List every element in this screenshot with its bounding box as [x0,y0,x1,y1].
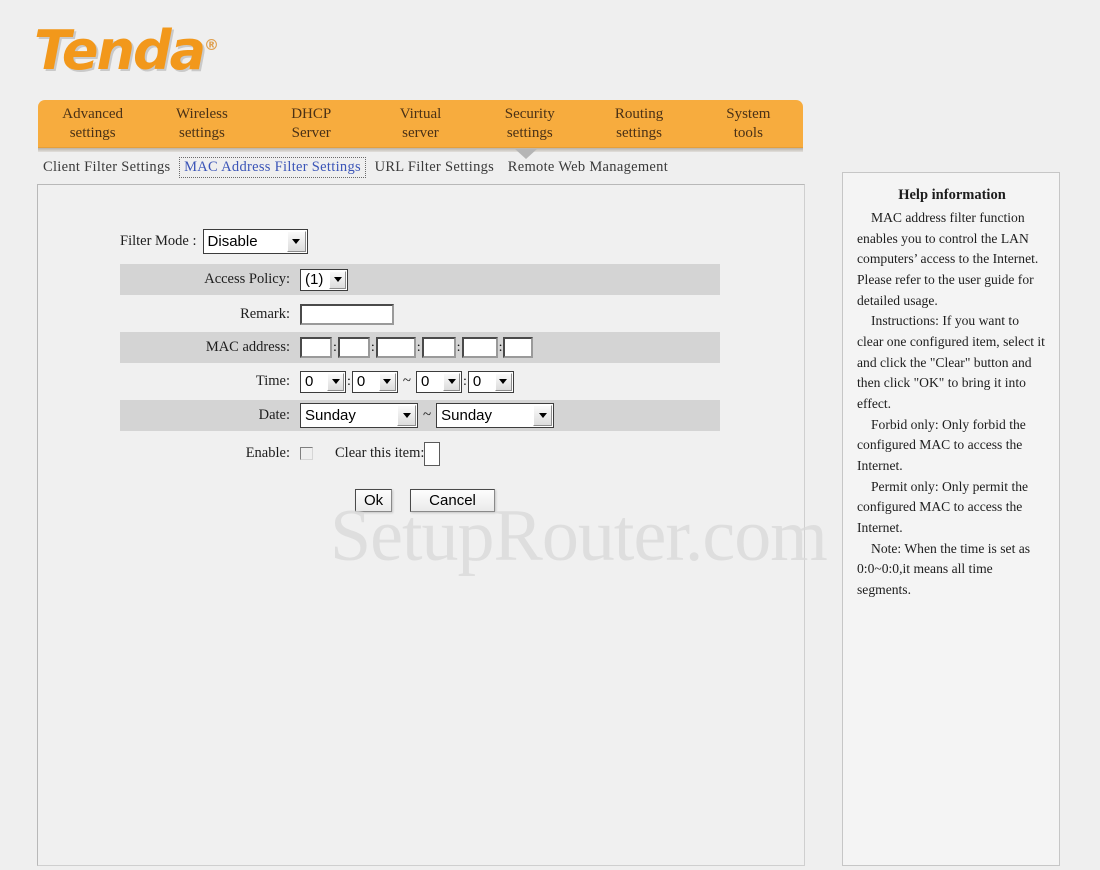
date-range-separator: ~ [423,407,432,423]
cancel-button[interactable]: Cancel [410,489,495,512]
nav-item-virtual-server[interactable]: Virtual server [366,100,475,148]
chevron-down-icon [378,372,396,391]
time-end-minute-select[interactable]: 0 [467,370,514,393]
chevron-down-icon [533,405,553,426]
filter-mode-label: Filter Mode : [120,233,197,249]
nav-label-line2: settings [506,125,553,141]
nav-item-security-settings[interactable]: Security settings [475,100,584,148]
brand-name: Tenda [34,19,206,82]
time-end-hour-value: 0 [421,373,430,390]
clear-this-item-label: Clear this item: [335,445,425,461]
date-row: Date: Sunday ~ Sunday [120,400,720,431]
chevron-down-icon [494,372,512,391]
nav-item-advanced-settings[interactable]: Advanced settings [38,100,147,148]
nav-label-line1: Routing [614,105,664,122]
mac-address-label: MAC address: [205,339,290,355]
help-paragraph: Forbid only: Only forbid the configured … [857,416,1026,473]
nav-item-routing-settings[interactable]: Routing settings [584,100,693,148]
chevron-down-icon [327,372,344,391]
nav-item-wireless-settings[interactable]: Wireless settings [147,100,256,148]
subnav-item-mac-address-filter-settings[interactable]: MAC Address Filter Settings [179,157,366,178]
tenda-logo: Tenda® [34,24,219,78]
time-start-hour-select[interactable]: 0 [300,370,346,393]
time-label: Time: [255,373,290,389]
mac-octet-1-input[interactable] [300,337,332,358]
time-end-hour-select[interactable]: 0 [416,370,463,393]
main-navigation: Advanced settings Wireless settings DHCP… [38,100,803,148]
help-paragraph: Note: When the time is set as 0:0~0:0,it… [857,540,1031,597]
nav-label-line1: System [726,105,771,122]
enable-label: Enable: [245,445,290,461]
sub-navigation: Client Filter Settings MAC Address Filte… [38,157,803,181]
remark-row: Remark: [120,299,720,330]
nav-label-line2: Server [291,125,331,141]
help-title: Help information [898,187,1006,203]
date-label: Date: [258,407,290,423]
nav-label-line2: tools [733,125,763,141]
nav-label-line2: settings [179,125,225,141]
remark-input[interactable] [300,304,394,325]
nav-item-dhcp-server[interactable]: DHCP Server [257,100,366,148]
form-button-row: Ok Cancel [355,489,495,512]
subnav-item-url-filter-settings[interactable]: URL Filter Settings [370,157,500,178]
filter-mode-value: Disable [207,233,258,250]
help-paragraph: Permit only: Only permit the configured … [857,478,1029,535]
date-start-value: Sunday [305,407,356,424]
nav-label-line1: Advanced [62,105,124,122]
help-paragraph: Instructions: If you want to clear one c… [857,313,1045,411]
ok-button[interactable]: Ok [355,489,393,512]
mac-octet-6-input[interactable] [503,337,534,358]
mac-octet-3-input[interactable] [375,337,416,358]
nav-label-line1: Security [504,105,555,122]
chevron-down-icon [397,405,416,426]
chevron-down-icon [443,372,461,391]
time-row: Time: 0 : 0 ~ 0 : 0 [120,366,720,397]
nav-divider [38,148,803,152]
header-logo-area: Tenda® [0,0,1100,95]
enable-checkbox[interactable] [300,447,313,460]
nav-label-line2: settings [616,125,662,141]
time-start-hour-value: 0 [305,373,314,390]
help-panel: Help information MAC address filter func… [842,172,1060,866]
date-end-select[interactable]: Sunday [436,403,555,428]
mac-address-row: MAC address: : : : : : [120,332,720,363]
clear-this-item-checkbox[interactable] [424,441,441,466]
time-range-separator: ~ [402,373,412,389]
chevron-down-icon [286,231,306,252]
access-policy-label: Access Policy: [204,271,290,287]
date-end-value: Sunday [441,407,492,424]
date-start-select[interactable]: Sunday [300,403,418,428]
nav-label-line1: Wireless [175,105,228,122]
mac-octet-5-input[interactable] [461,337,498,358]
registered-trademark-icon: ® [204,36,219,54]
mac-octet-2-input[interactable] [337,337,370,358]
time-end-minute-value: 0 [472,373,482,390]
nav-label-line2: settings [69,125,116,141]
nav-label-line1: Virtual [399,105,442,122]
mac-octet-4-input[interactable] [421,337,456,358]
filter-mode-select[interactable]: Disable [202,229,308,254]
chevron-down-icon [329,270,346,289]
access-policy-row: Access Policy: (1) [120,264,720,295]
enable-row: Enable: Clear this item: [120,438,720,469]
nav-label-line1: DHCP [291,105,332,122]
help-paragraph: MAC address filter function enables you … [857,210,1039,308]
access-policy-value: (1) [305,271,324,288]
time-start-minute-select[interactable]: 0 [351,370,398,393]
nav-item-system-tools[interactable]: System tools [694,100,803,148]
remark-label: Remark: [240,306,290,322]
subnav-item-client-filter-settings[interactable]: Client Filter Settings [38,157,175,178]
access-policy-select[interactable]: (1) [300,268,348,291]
filter-mode-row: Filter Mode : Disable [120,229,308,254]
time-start-minute-value: 0 [356,373,366,390]
subnav-item-remote-web-management[interactable]: Remote Web Management [503,157,673,178]
nav-label-line2: server [402,125,439,141]
